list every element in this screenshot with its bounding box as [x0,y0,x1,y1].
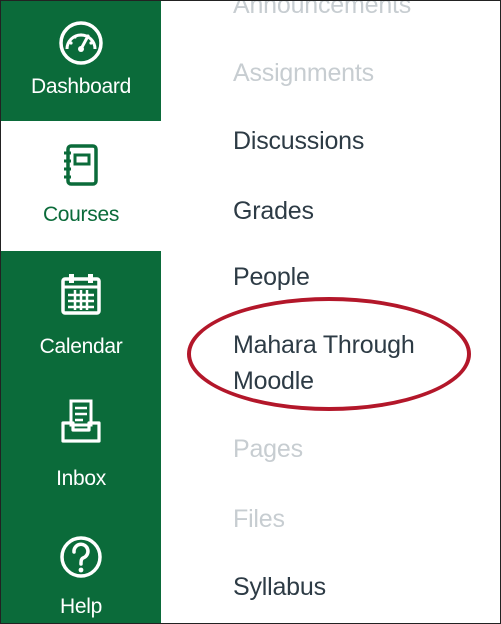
screenshot-frame: Dashboard Courses Calendar Inbox Help An… [0,0,501,624]
nav-label-courses: Courses [42,203,120,226]
course-nav-grades[interactable]: Grades [233,193,493,229]
course-nav-files[interactable]: Files [233,501,493,537]
course-nav-people[interactable]: People [233,259,493,295]
nav-label-inbox: Inbox [56,467,106,490]
dashboard-icon [59,21,103,65]
courses-icon [64,144,98,186]
calendar-icon [61,274,101,315]
course-nav-mahara-through-moodle[interactable]: Mahara Through Moodle [233,327,483,399]
course-nav-pages[interactable]: Pages [233,431,493,467]
nav-item-calendar[interactable]: Calendar [1,253,161,377]
course-nav-assignments[interactable]: Assignments [233,55,493,91]
nav-item-help[interactable]: Help [1,519,161,623]
nav-label-help: Help [60,595,102,618]
course-nav-announcements[interactable]: Announcements [233,1,493,23]
nav-item-courses[interactable]: Courses [1,121,161,251]
nav-label-dashboard: Dashboard [30,75,132,98]
global-navigation: Dashboard Courses Calendar Inbox Help [1,1,161,623]
course-nav-discussions[interactable]: Discussions [233,123,493,159]
nav-item-dashboard[interactable]: Dashboard [1,1,161,119]
course-nav-syllabus[interactable]: Syllabus [233,569,493,605]
nav-item-inbox[interactable]: Inbox [1,387,161,511]
help-icon [60,536,102,578]
inbox-icon [61,399,101,443]
nav-label-calendar: Calendar [39,335,123,358]
